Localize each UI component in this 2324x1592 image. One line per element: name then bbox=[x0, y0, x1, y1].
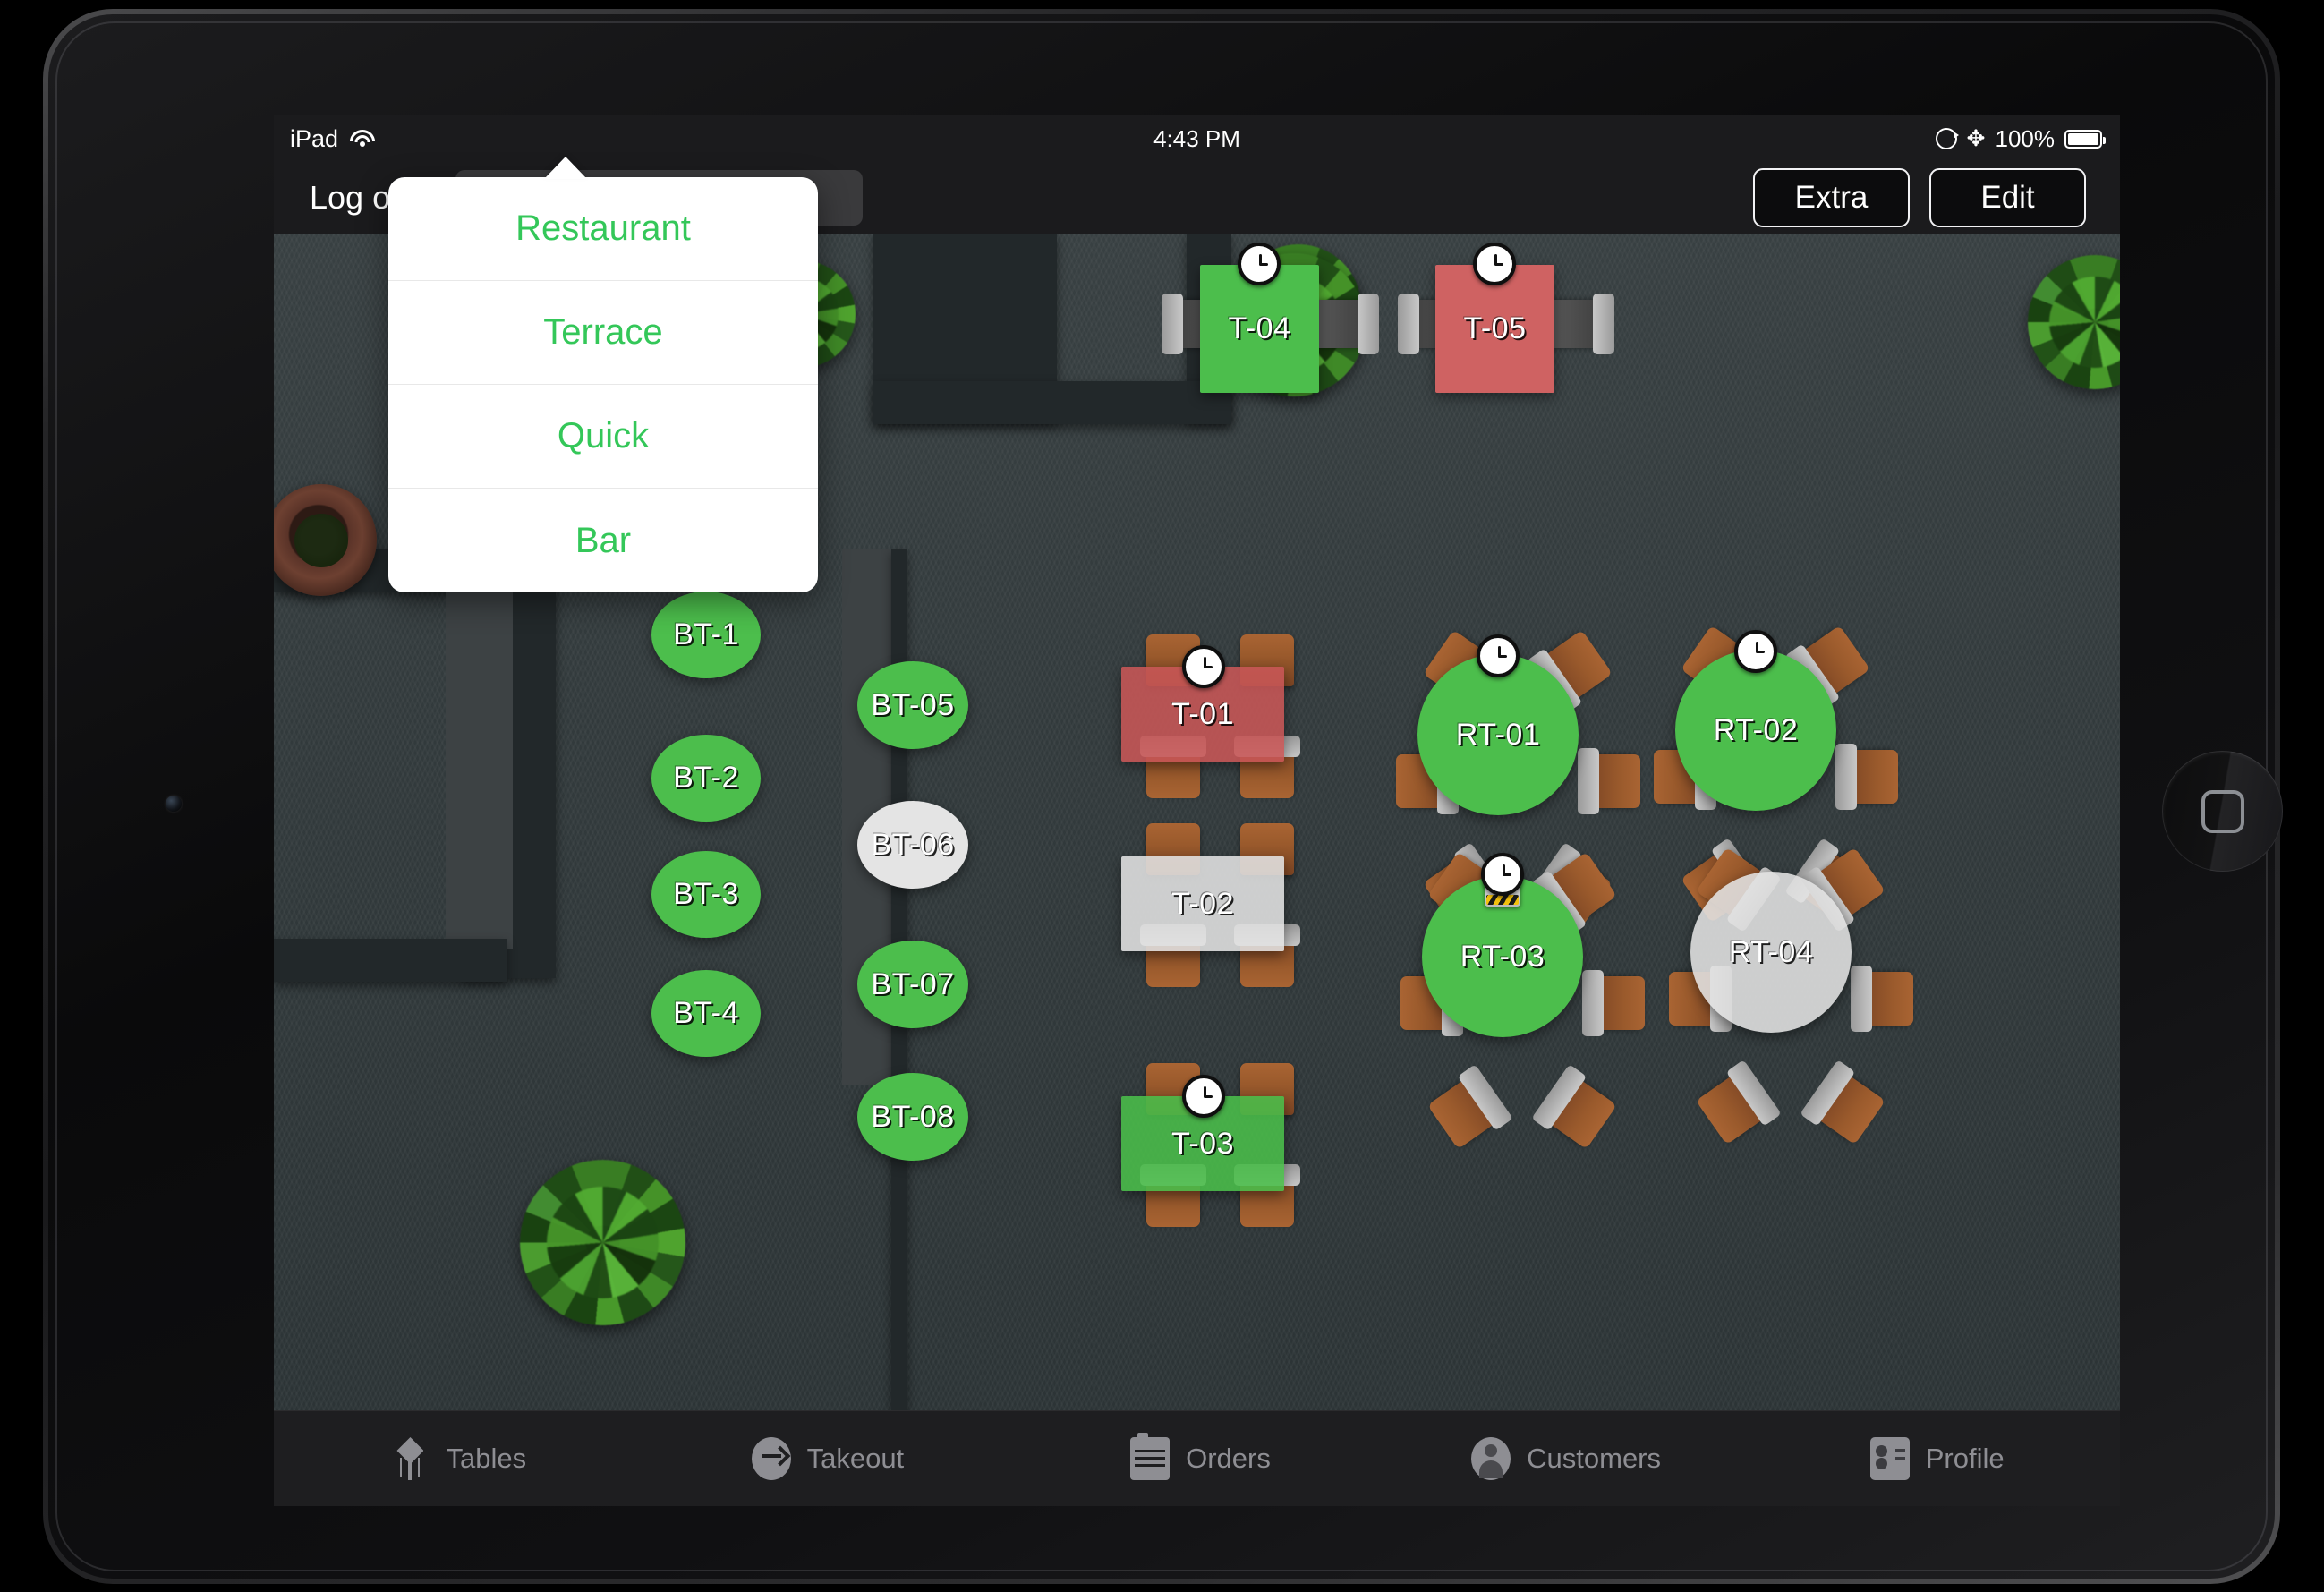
battery-percent: 100% bbox=[1995, 124, 2056, 152]
orders-icon bbox=[1130, 1433, 1171, 1480]
tab-tables[interactable]: Tables bbox=[274, 1437, 643, 1480]
tab-customers[interactable]: Customers bbox=[1382, 1437, 1751, 1480]
table-label: RT-01 bbox=[1455, 717, 1541, 752]
tab-label: Customers bbox=[1527, 1443, 1662, 1474]
popover-item-bar[interactable]: Bar bbox=[388, 489, 818, 592]
table-label: RT-03 bbox=[1460, 939, 1545, 974]
plant-decoration-bottom-left bbox=[520, 1160, 685, 1325]
wall-left-block-inner bbox=[446, 581, 513, 949]
customers-icon bbox=[1471, 1437, 1511, 1480]
clock-badge-icon bbox=[1481, 853, 1524, 896]
tab-label: Tables bbox=[446, 1443, 527, 1474]
table-bt-08[interactable]: BT-08 bbox=[857, 1073, 968, 1161]
table-label: BT-06 bbox=[871, 827, 955, 862]
table-rt01[interactable]: RT-01 bbox=[1417, 654, 1579, 815]
chair bbox=[1313, 300, 1368, 348]
tables-icon bbox=[390, 1437, 430, 1480]
chair bbox=[1696, 1070, 1769, 1145]
table-bt-05[interactable]: BT-05 bbox=[857, 661, 968, 749]
popover-item-quick[interactable]: Quick bbox=[388, 385, 818, 489]
clock-badge-icon bbox=[1238, 243, 1281, 285]
table-label: RT-04 bbox=[1728, 934, 1814, 969]
status-bar-right: ✥ 100% bbox=[1935, 124, 2106, 153]
ipad-device-frame: iPad 4:43 PM ✥ 100% Log out Floor: Resta… bbox=[43, 9, 2283, 1584]
extra-button[interactable]: Extra bbox=[1753, 168, 1910, 227]
table-label: T-04 bbox=[1228, 311, 1291, 345]
table-bt-1[interactable]: BT-1 bbox=[651, 592, 761, 678]
table-label: BT-4 bbox=[673, 996, 739, 1030]
popover-item-terrace[interactable]: Terrace bbox=[388, 281, 818, 385]
chair bbox=[1593, 976, 1645, 1030]
tab-label: Profile bbox=[1925, 1443, 2005, 1474]
popover-arrow bbox=[544, 157, 587, 179]
chair bbox=[1548, 300, 1604, 348]
battery-full-icon bbox=[2064, 129, 2106, 149]
popover-item-label: Restaurant bbox=[515, 209, 691, 248]
home-button[interactable] bbox=[2162, 751, 2283, 872]
table-bt-3[interactable]: BT-3 bbox=[651, 851, 761, 938]
table-label: BT-05 bbox=[871, 687, 955, 722]
edit-button[interactable]: Edit bbox=[1929, 168, 2086, 227]
table-bt-2[interactable]: BT-2 bbox=[651, 735, 761, 822]
table-label: T-02 bbox=[1171, 886, 1235, 921]
wall-bar-counter-bottom bbox=[873, 381, 1231, 424]
chair bbox=[1812, 1070, 1886, 1145]
takeout-icon bbox=[751, 1437, 791, 1480]
tab-label: Takeout bbox=[806, 1443, 905, 1474]
table-label: RT-02 bbox=[1713, 712, 1799, 747]
table-t02[interactable]: T-02 bbox=[1121, 856, 1284, 951]
ipad-screen: iPad 4:43 PM ✥ 100% Log out Floor: Resta… bbox=[274, 115, 2120, 1506]
chair bbox=[1588, 754, 1640, 808]
table-label: T-05 bbox=[1463, 311, 1527, 345]
status-bar-time: 4:43 PM bbox=[1153, 124, 1240, 152]
bottom-tab-bar: Tables Takeout Orders Customers Profile bbox=[274, 1410, 2120, 1506]
table-rt02[interactable]: RT-02 bbox=[1675, 650, 1836, 811]
ipad-body: iPad 4:43 PM ✥ 100% Log out Floor: Resta… bbox=[48, 14, 2283, 1579]
wall-left-block-bottom bbox=[274, 939, 507, 982]
rotation-lock-icon bbox=[1935, 128, 1959, 149]
chair bbox=[1846, 750, 1898, 804]
table-bt-4[interactable]: BT-4 bbox=[651, 970, 761, 1057]
table-label: T-01 bbox=[1171, 696, 1235, 731]
table-label: BT-3 bbox=[673, 877, 739, 911]
bluetooth-icon: ✥ bbox=[1966, 125, 1986, 151]
table-bt-06[interactable]: BT-06 bbox=[857, 801, 968, 889]
popover-item-label: Terrace bbox=[543, 312, 663, 352]
popover-item-restaurant[interactable]: Restaurant bbox=[388, 177, 818, 281]
tab-takeout[interactable]: Takeout bbox=[643, 1437, 1013, 1480]
table-label: BT-07 bbox=[871, 966, 955, 1001]
front-camera bbox=[166, 796, 182, 812]
clock-badge-icon bbox=[1182, 645, 1225, 688]
popover-item-label: Quick bbox=[557, 416, 650, 455]
status-bar: iPad 4:43 PM ✥ 100% bbox=[274, 115, 2120, 162]
tab-orders[interactable]: Orders bbox=[1012, 1433, 1382, 1480]
clock-badge-icon bbox=[1473, 243, 1516, 285]
clock-badge-icon bbox=[1477, 634, 1520, 677]
profile-icon bbox=[1869, 1437, 1910, 1480]
floor-selector-popover: Restaurant Terrace Quick Bar bbox=[388, 177, 818, 592]
chair bbox=[1427, 1075, 1501, 1150]
table-label: BT-08 bbox=[871, 1099, 955, 1134]
popover-item-label: Bar bbox=[575, 520, 632, 560]
table-bt-07[interactable]: BT-07 bbox=[857, 941, 968, 1028]
table-rt04[interactable]: RT-04 bbox=[1690, 872, 1852, 1033]
chair bbox=[1544, 1075, 1617, 1150]
plant-decoration-top-right bbox=[2028, 255, 2120, 389]
table-label: T-03 bbox=[1171, 1126, 1235, 1161]
table-label: BT-2 bbox=[673, 761, 739, 795]
tab-label: Orders bbox=[1186, 1443, 1271, 1474]
nav-actions: Extra Edit bbox=[1753, 168, 2086, 227]
clock-badge-icon bbox=[1182, 1075, 1225, 1118]
tab-profile[interactable]: Profile bbox=[1750, 1437, 2120, 1480]
chair bbox=[1861, 972, 1913, 1026]
clock-badge-icon bbox=[1734, 630, 1777, 673]
home-square-icon bbox=[2201, 789, 2244, 833]
table-label: BT-1 bbox=[673, 617, 739, 651]
